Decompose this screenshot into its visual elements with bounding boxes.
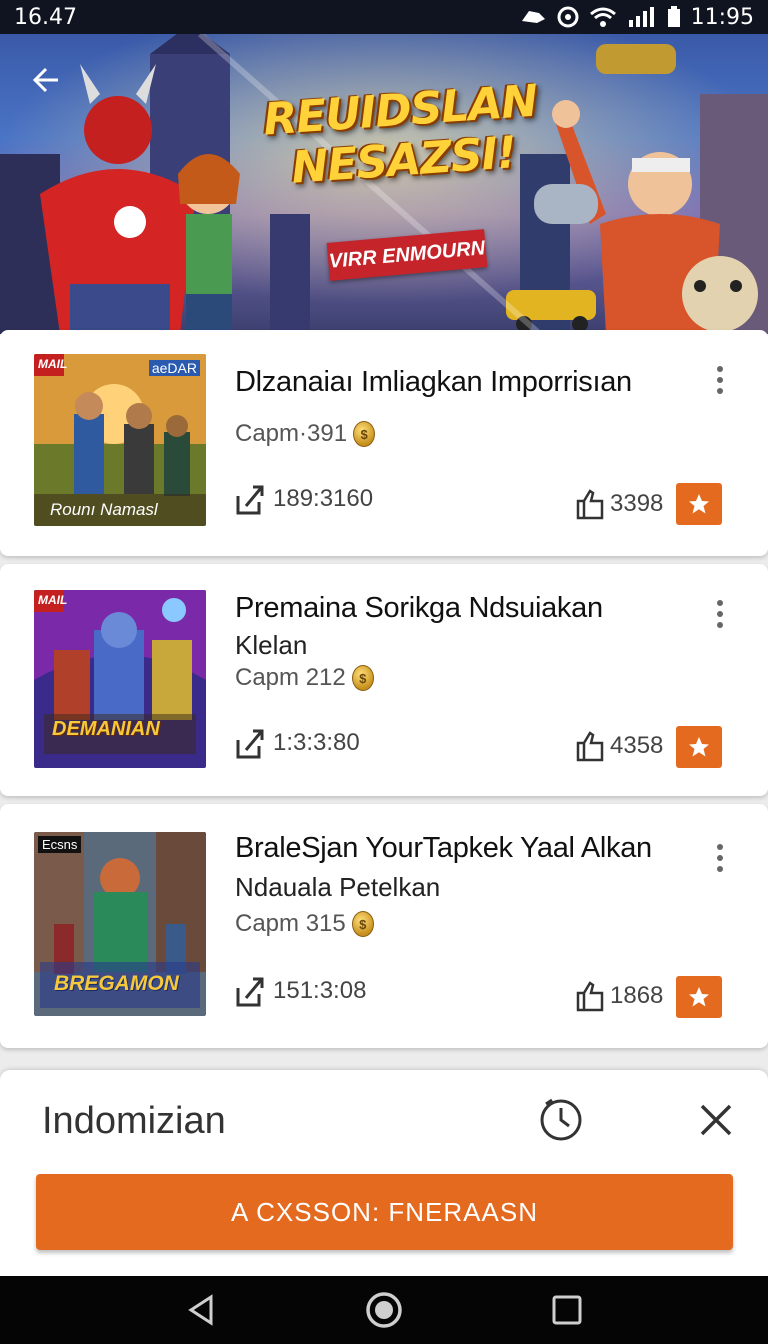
star-icon	[689, 494, 709, 514]
more-vert-icon	[717, 844, 723, 850]
game-title[interactable]: BraleSjan YourTapkek Yaal Alkan	[235, 832, 652, 865]
like-icon	[576, 489, 604, 520]
history-button[interactable]	[538, 1096, 584, 1142]
game-thumbnail[interactable]: MAIL aeDAR Rounı Namasl	[34, 354, 206, 526]
like-count-text: 3398	[610, 490, 664, 517]
favorite-button[interactable]	[676, 726, 722, 768]
thumb-badge-left: MAIL	[38, 357, 68, 371]
more-vert-icon	[717, 600, 723, 606]
battery-icon	[667, 6, 680, 27]
coin-icon: $	[351, 911, 374, 937]
share-count: 189:3160	[273, 485, 374, 512]
wifi-icon	[589, 7, 616, 27]
game-title[interactable]: Dlzanaiaı Imliagkan Imporrisıan	[235, 366, 632, 399]
game-card[interactable]: MAIL DEMANIAN Premaina Sorikga Ndsuiakan…	[0, 564, 768, 796]
game-camp: Capm 315 $	[235, 910, 374, 938]
like-count: 4358	[576, 730, 663, 762]
star-icon	[689, 987, 709, 1007]
gamepad-icon	[521, 11, 545, 23]
game-camp: Capm 212 $	[235, 664, 374, 692]
app-screen: 16.47 11:95 REUIDSLAN NESAZSI! VIRR ENMO…	[0, 0, 768, 1344]
bottom-sheet: Indomizian A CXSSON: FNERAASN	[0, 1070, 768, 1276]
more-options-button[interactable]	[706, 360, 734, 400]
primary-action-button[interactable]: A CXSSON: FNERAASN	[36, 1174, 733, 1250]
game-subtitle: Klelan	[235, 630, 308, 660]
share-button[interactable]: 1:3:3:80	[235, 726, 360, 760]
status-clock: 11:95	[690, 4, 754, 30]
share-count: 151:3:08	[273, 977, 367, 1004]
hero-title: REUIDSLAN NESAZSI!	[259, 76, 545, 195]
game-thumbnail[interactable]: Ecsns BREGAMON	[34, 832, 206, 1016]
share-button[interactable]: 151:3:08	[235, 974, 366, 1008]
nav-back-icon	[188, 1294, 213, 1326]
like-count: 3398	[576, 488, 663, 520]
status-icons: 11:95	[519, 5, 754, 30]
signal-icon	[628, 7, 654, 27]
share-icon	[236, 977, 264, 1007]
game-subtitle: Ndauala Petelkan	[235, 872, 441, 902]
close-icon	[700, 1104, 732, 1136]
back-arrow-icon	[32, 67, 58, 93]
system-nav-bar	[0, 1276, 768, 1344]
nav-home-button[interactable]	[359, 1285, 409, 1335]
like-count: 1868	[576, 980, 663, 1012]
favorite-button[interactable]	[676, 976, 722, 1018]
favorite-button[interactable]	[676, 483, 722, 525]
game-title[interactable]: Premaina Sorikga Ndsuiakan	[235, 592, 603, 625]
thumb-caption: Rounı Namasl	[50, 500, 158, 519]
close-button[interactable]	[698, 1102, 734, 1138]
more-options-button[interactable]	[706, 838, 734, 878]
star-icon	[689, 737, 709, 757]
share-icon	[236, 485, 264, 515]
nav-back-button[interactable]	[176, 1285, 226, 1335]
like-icon	[576, 981, 604, 1012]
back-button[interactable]	[26, 60, 66, 100]
game-camp-text: Capm 315	[235, 910, 346, 937]
like-count-text: 4358	[610, 732, 664, 759]
game-card[interactable]: MAIL aeDAR Rounı Namasl Dlzanaiaı Imliag…	[0, 330, 768, 556]
like-icon	[576, 731, 604, 762]
panel-title: Indomizian	[42, 1100, 226, 1142]
status-time: 16.47	[14, 4, 77, 30]
coin-icon: $	[353, 421, 376, 447]
status-bar: 16.47 11:95	[0, 0, 768, 34]
game-thumbnail[interactable]: MAIL DEMANIAN	[34, 590, 206, 768]
thumb-caption: DEMANIAN	[52, 718, 160, 740]
game-camp-text: Capm 212	[235, 664, 346, 691]
share-icon	[236, 729, 264, 759]
share-button[interactable]: 189:3160	[235, 482, 373, 516]
thumb-badge-right: aeDAR	[148, 360, 200, 376]
nav-recents-button[interactable]	[542, 1285, 592, 1335]
clock-icon	[540, 1098, 582, 1141]
game-card[interactable]: Ecsns BREGAMON BraleSjan YourTapkek Yaal…	[0, 804, 768, 1048]
nav-home-icon	[366, 1292, 402, 1328]
thumb-caption: BREGAMON	[54, 972, 179, 995]
vpn-icon	[557, 6, 579, 28]
like-count-text: 1868	[610, 982, 664, 1009]
game-thumbnail-art	[34, 590, 206, 768]
thumb-badge-left: MAIL	[38, 593, 68, 607]
nav-recents-icon	[552, 1295, 582, 1325]
game-camp: Capm·391 $	[235, 420, 376, 448]
game-camp-text: Capm·391	[235, 420, 348, 447]
more-vert-icon	[717, 366, 723, 372]
thumb-badge-left: Ecsns	[38, 836, 82, 853]
more-options-button[interactable]	[706, 594, 734, 634]
coin-icon: $	[351, 665, 374, 691]
share-count: 1:3:3:80	[273, 729, 360, 756]
hero-banner: REUIDSLAN NESAZSI! VIRR ENMOURN	[0, 34, 768, 334]
